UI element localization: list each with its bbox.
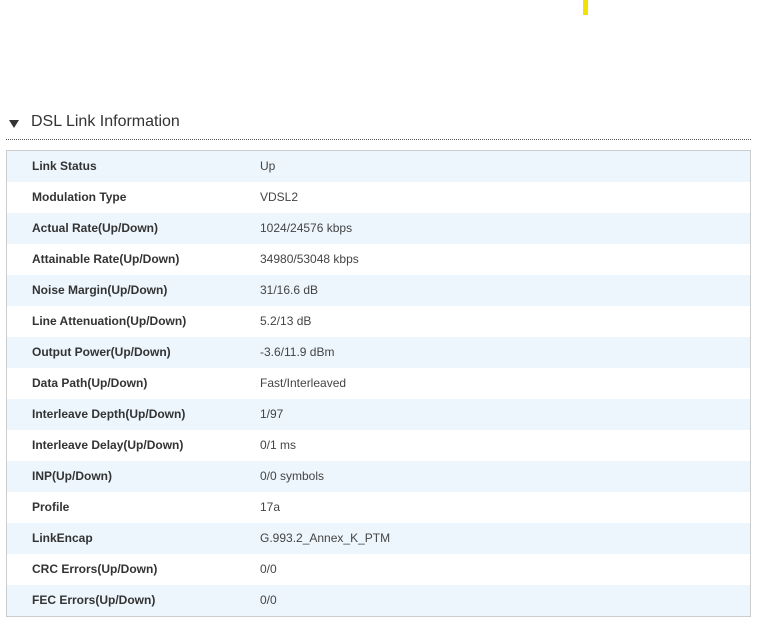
row-label: Noise Margin(Up/Down) bbox=[32, 283, 168, 297]
row-value: 0/0 symbols bbox=[260, 469, 325, 483]
accent-mark bbox=[583, 0, 588, 15]
row-label: Output Power(Up/Down) bbox=[32, 345, 171, 359]
row-label: CRC Errors(Up/Down) bbox=[32, 562, 158, 576]
dsl-link-info-table: Link Status Up Modulation Type VDSL2 Act… bbox=[6, 150, 751, 617]
row-label: FEC Errors(Up/Down) bbox=[32, 593, 156, 607]
table-row: Link Status Up bbox=[7, 151, 750, 182]
row-value: 34980/53048 kbps bbox=[260, 252, 359, 266]
table-row: Interleave Delay(Up/Down) 0/1 ms bbox=[7, 430, 750, 461]
table-row: Data Path(Up/Down) Fast/Interleaved bbox=[7, 368, 750, 399]
row-label: Line Attenuation(Up/Down) bbox=[32, 314, 187, 328]
row-value: -3.6/11.9 dBm bbox=[260, 345, 335, 359]
row-label: Modulation Type bbox=[32, 190, 127, 204]
section-header-dsl-link-information[interactable]: DSL Link Information bbox=[6, 108, 751, 140]
row-label: INP(Up/Down) bbox=[32, 469, 112, 483]
triangle-down-icon[interactable] bbox=[9, 120, 19, 128]
row-value: 0/0 bbox=[260, 593, 277, 607]
table-row: Line Attenuation(Up/Down) 5.2/13 dB bbox=[7, 306, 750, 337]
table-row: LinkEncap G.993.2_Annex_K_PTM bbox=[7, 523, 750, 554]
row-label: Attainable Rate(Up/Down) bbox=[32, 252, 180, 266]
table-row: CRC Errors(Up/Down) 0/0 bbox=[7, 554, 750, 585]
row-label: Data Path(Up/Down) bbox=[32, 376, 148, 390]
table-row: Interleave Depth(Up/Down) 1/97 bbox=[7, 399, 750, 430]
row-value: 0/0 bbox=[260, 562, 277, 576]
row-value: G.993.2_Annex_K_PTM bbox=[260, 531, 391, 545]
table-row: Output Power(Up/Down) -3.6/11.9 dBm bbox=[7, 337, 750, 368]
row-label: Interleave Depth(Up/Down) bbox=[32, 407, 186, 421]
row-label: LinkEncap bbox=[32, 531, 93, 545]
table-row: Noise Margin(Up/Down) 31/16.6 dB bbox=[7, 275, 750, 306]
row-value: Up bbox=[260, 159, 276, 173]
row-label: Profile bbox=[32, 500, 70, 514]
table-row: Profile 17a bbox=[7, 492, 750, 523]
table-row: FEC Errors(Up/Down) 0/0 bbox=[7, 585, 750, 616]
row-label: Actual Rate(Up/Down) bbox=[32, 221, 158, 235]
table-row: Attainable Rate(Up/Down) 34980/53048 kbp… bbox=[7, 244, 750, 275]
row-label: Link Status bbox=[32, 159, 97, 173]
row-value: 5.2/13 dB bbox=[260, 314, 312, 328]
row-label: Interleave Delay(Up/Down) bbox=[32, 438, 184, 452]
section-title: DSL Link Information bbox=[31, 113, 180, 130]
table-row: INP(Up/Down) 0/0 symbols bbox=[7, 461, 750, 492]
table-row: Modulation Type VDSL2 bbox=[7, 182, 750, 213]
table-row: Actual Rate(Up/Down) 1024/24576 kbps bbox=[7, 213, 750, 244]
row-value: 1/97 bbox=[260, 407, 284, 421]
row-value: 1024/24576 kbps bbox=[260, 221, 353, 235]
row-value: Fast/Interleaved bbox=[260, 376, 347, 390]
row-value: 31/16.6 dB bbox=[260, 283, 319, 297]
row-value: VDSL2 bbox=[260, 190, 299, 204]
row-value: 17a bbox=[260, 500, 281, 514]
row-value: 0/1 ms bbox=[260, 438, 297, 452]
